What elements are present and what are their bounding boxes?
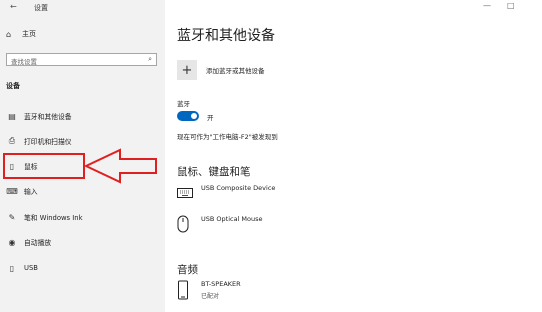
sidebar-item-label: 自动播放: [24, 239, 52, 247]
bluetooth-toggle-state: 开: [207, 114, 214, 122]
sidebar-item-label: 打印机和扫描仪: [24, 138, 72, 146]
device-usb-optical-mouse[interactable]: USB Optical Mouse: [177, 215, 263, 237]
home-link[interactable]: ⌂ 主页: [6, 29, 36, 39]
annotation-arrow-icon: [84, 148, 157, 184]
home-icon: ⌂: [6, 29, 12, 39]
title-bar: ← 设置: [0, 0, 165, 16]
plus-icon: +: [177, 60, 197, 80]
main-panel: — □ 蓝牙和其他设备 + 添加蓝牙或其他设备 蓝牙 开 现在可作为"工作电脑-…: [165, 0, 542, 312]
sidebar-item-printers[interactable]: ⎙ 打印机和扫描仪: [6, 134, 156, 148]
discoverable-text: 现在可作为"工作电脑-F2"被发现到: [177, 133, 278, 141]
mouse-icon: [177, 215, 193, 237]
printer-icon: ⎙: [8, 136, 16, 145]
phone-icon: [177, 280, 193, 304]
device-name: USB Optical Mouse: [201, 215, 263, 223]
sidebar-item-label: 蓝牙和其他设备: [24, 113, 72, 121]
search-input[interactable]: 查找设置 ⌕: [6, 53, 157, 66]
bluetooth-toggle[interactable]: [177, 111, 199, 121]
maximize-button[interactable]: □: [507, 1, 515, 10]
highlight-box: [3, 153, 85, 179]
minimize-button[interactable]: —: [483, 1, 491, 10]
keyboard-icon: ⌨: [6, 186, 18, 196]
search-icon: ⌕: [148, 55, 152, 63]
keyboard-icon: [177, 184, 193, 203]
device-status: 已配对: [201, 293, 220, 300]
sidebar-item-label: 笔和 Windows Ink: [24, 214, 83, 222]
toggle-knob: [191, 113, 197, 119]
page-title: 蓝牙和其他设备: [177, 28, 275, 44]
sidebar-item-usb[interactable]: ▯ USB: [6, 261, 156, 275]
autoplay-icon: ◉: [8, 237, 16, 247]
window-title: 设置: [34, 4, 48, 12]
audio-section-title: 音频: [177, 264, 198, 276]
search-placeholder: 查找设置: [11, 58, 37, 66]
sidebar-item-pen[interactable]: ✎ 笔和 Windows Ink: [6, 210, 156, 224]
device-usb-composite[interactable]: USB Composite Device: [177, 184, 275, 203]
device-bt-speaker[interactable]: BT-SPEAKER 已配对: [177, 280, 241, 304]
section-label: 设备: [6, 82, 20, 90]
sidebar-item-autoplay[interactable]: ◉ 自动播放: [6, 235, 156, 249]
sidebar-item-bluetooth[interactable]: ▤ 蓝牙和其他设备: [6, 109, 156, 123]
usb-icon: ▯: [9, 263, 15, 273]
add-device-button[interactable]: + 添加蓝牙或其他设备: [177, 60, 265, 80]
home-label: 主页: [22, 30, 36, 38]
add-device-label: 添加蓝牙或其他设备: [206, 67, 265, 75]
mouse-section-title: 鼠标、键盘和笔: [177, 166, 251, 178]
sidebar-item-label: USB: [24, 264, 38, 272]
device-name: USB Composite Device: [201, 184, 276, 192]
sidebar-item-typing[interactable]: ⌨ 输入: [6, 184, 156, 198]
bluetooth-label: 蓝牙: [177, 100, 190, 108]
sidebar-item-label: 输入: [24, 188, 38, 196]
back-arrow-icon[interactable]: ←: [10, 2, 17, 11]
device-name: BT-SPEAKER: [201, 280, 241, 288]
bluetooth-devices-icon: ▤: [8, 111, 16, 121]
pen-icon: ✎: [8, 212, 16, 222]
